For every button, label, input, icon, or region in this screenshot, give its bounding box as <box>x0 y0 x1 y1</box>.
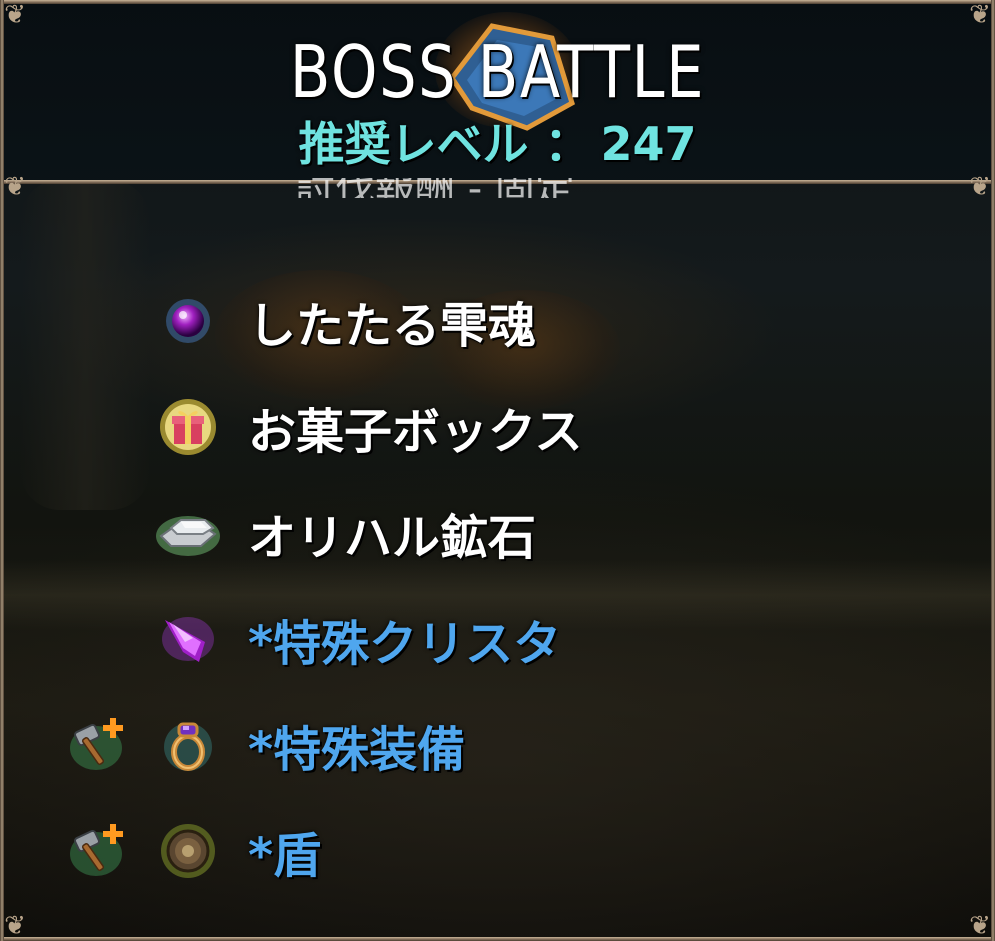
frame-corner-ornament: ❦ <box>969 172 991 202</box>
frame-top <box>0 0 995 4</box>
recommended-level: 推奨レベル ： 247 <box>0 108 995 174</box>
crystal-icon <box>162 617 214 662</box>
frame-corner-ornament: ❦ <box>969 0 991 30</box>
frame-corner-ornament: ❦ <box>4 172 26 202</box>
reward-item[interactable]: したたる雫魂 <box>0 268 995 368</box>
frame-corner-ornament: ❦ <box>4 911 26 941</box>
ring-icon <box>164 722 212 771</box>
upgrade-hammer-icon <box>70 824 123 876</box>
purple-orb-icon <box>166 299 210 343</box>
reward-item[interactable]: オリハル鉱石 <box>0 480 995 580</box>
frame-corner-ornament: ❦ <box>4 0 26 30</box>
reward-item[interactable]: *盾 <box>0 798 995 898</box>
reward-item[interactable]: *特殊装備 <box>0 692 995 792</box>
reward-label: *特殊クリスタ <box>248 616 562 672</box>
upgrade-hammer-icon <box>70 718 123 770</box>
recommended-level-label: 推奨レベル ： <box>298 117 591 171</box>
scrolled-text-partial: 討伐報酬 - 固定 <box>295 178 695 198</box>
recommended-level-value: 247 <box>600 117 697 171</box>
frame-bottom <box>0 937 995 941</box>
gift-box-icon <box>160 399 216 455</box>
shield-icon <box>161 824 215 878</box>
boss-battle-screen: ❦ ❦ ❦ ❦ ❦ ❦ BOSS BATTLE 推奨レベル ：247 討伐報酬 … <box>0 0 995 941</box>
ore-ingot-icon <box>156 516 220 556</box>
reward-label: *盾 <box>248 828 322 884</box>
reward-label: オリハル鉱石 <box>248 510 537 566</box>
boss-battle-title: BOSS BATTLE <box>289 30 706 114</box>
reward-item[interactable]: *特殊クリスタ <box>0 586 995 686</box>
reward-item[interactable]: お菓子ボックス <box>0 374 995 474</box>
frame-corner-ornament: ❦ <box>969 911 991 941</box>
reward-label: お菓子ボックス <box>248 404 583 460</box>
reward-label: したたる雫魂 <box>248 298 537 354</box>
reward-label: *特殊装備 <box>248 722 466 778</box>
